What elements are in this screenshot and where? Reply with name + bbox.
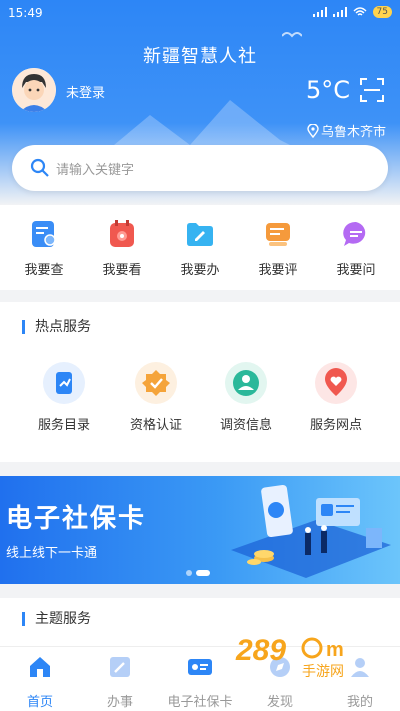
carousel-dot[interactable] — [186, 570, 192, 576]
location-heart-icon-bg — [315, 362, 357, 404]
catalog-icon-bg — [43, 362, 85, 404]
section-title: 主题服务 — [22, 612, 91, 626]
quick-item-view[interactable]: 我要看 — [92, 219, 152, 278]
quick-item-ask[interactable]: 我要问 — [326, 219, 386, 278]
home-icon — [30, 657, 50, 677]
temperature: 5°C — [306, 76, 351, 104]
wifi-icon — [353, 7, 367, 16]
carousel-dot-active[interactable] — [196, 570, 210, 576]
status-time: 15:49 — [8, 6, 43, 20]
svg-text:m: m — [326, 639, 344, 661]
certify-icon-bg — [135, 362, 177, 404]
battery-icon: 75 — [372, 6, 392, 18]
service-label: 服务目录 — [37, 418, 90, 433]
social-card-banner[interactable]: 电子社保卡 线上线下一卡通 — [0, 476, 400, 584]
avatar-icon — [12, 68, 56, 112]
quick-item-label: 我要问 — [336, 263, 376, 278]
banner-illustration — [231, 484, 391, 578]
tab-label: 我的 — [346, 695, 373, 710]
quick-item-label: 我要查 — [24, 263, 64, 278]
avatar[interactable] — [12, 68, 56, 112]
edit-icon — [110, 657, 130, 677]
svg-text:289: 289 — [235, 634, 286, 667]
search-icon — [30, 158, 49, 177]
login-link[interactable]: 未登录 — [66, 82, 105, 101]
scan-icon[interactable] — [360, 78, 384, 102]
tab-label: 办事 — [106, 695, 133, 710]
quick-item-check[interactable]: 我要查 — [14, 219, 74, 278]
location-text: 乌鲁木齐市 — [320, 125, 386, 140]
quick-item-rate[interactable]: 我要评 — [248, 219, 308, 278]
quick-item-label: 我要看 — [102, 263, 142, 278]
tab-label: 电子社保卡 — [167, 695, 233, 710]
tab-social-card[interactable]: 电子社保卡 — [160, 655, 240, 710]
carousel-indicator[interactable] — [186, 570, 210, 576]
location-heart-icon — [325, 368, 347, 396]
quick-item-handle[interactable]: 我要办 — [170, 219, 230, 278]
signal-icon — [312, 7, 327, 17]
svg-text:手游网: 手游网 — [302, 664, 344, 680]
tab-label: 发现 — [266, 695, 293, 710]
location[interactable]: 乌鲁木齐市 — [307, 121, 386, 140]
calendar-icon — [110, 220, 134, 247]
hot-service-catalog[interactable]: 服务目录 — [24, 362, 104, 433]
search-placeholder: 请输入关键字 — [56, 163, 135, 178]
quick-actions: 我要查 我要看 我要办 我要评 我要问 — [0, 205, 400, 290]
person-icon-bg — [225, 362, 267, 404]
quick-item-label: 我要评 — [258, 263, 298, 278]
bird-icon — [282, 32, 302, 38]
banner-subtitle: 线上线下一卡通 — [6, 546, 98, 561]
hot-services-section: 热点服务 服务目录 资格认证 调资信息 服务网点 — [0, 302, 400, 462]
banner-title: 电子社保卡 — [6, 504, 147, 534]
certify-icon — [142, 370, 170, 396]
hot-service-salary[interactable]: 调资信息 — [206, 362, 286, 433]
search-doc-icon — [32, 221, 56, 247]
app-title: 新疆智慧人社 — [143, 46, 257, 67]
folder-edit-icon — [187, 223, 213, 246]
watermark-logo: 289 m 手游网 — [235, 634, 344, 680]
location-pin-icon — [307, 123, 319, 138]
signal-icon — [332, 7, 347, 17]
search-bar[interactable]: 请输入关键字 — [12, 145, 388, 191]
tab-label: 首页 — [26, 695, 53, 710]
chat-icon — [343, 221, 366, 246]
tab-affairs[interactable]: 办事 — [80, 655, 160, 710]
service-label: 资格认证 — [129, 418, 182, 433]
quick-item-label: 我要办 — [180, 263, 220, 278]
hot-service-certify[interactable]: 资格认证 — [116, 362, 196, 433]
service-label: 调资信息 — [219, 418, 272, 433]
service-label: 服务网点 — [309, 418, 362, 433]
section-title: 热点服务 — [22, 320, 91, 334]
person-icon — [233, 370, 259, 396]
hot-service-outlets[interactable]: 服务网点 — [296, 362, 376, 433]
card-icon — [188, 659, 212, 675]
rating-icon — [266, 223, 290, 246]
tab-home[interactable]: 首页 — [0, 655, 80, 710]
catalog-icon — [56, 372, 72, 394]
status-bar: 15:49 75 — [0, 0, 400, 28]
